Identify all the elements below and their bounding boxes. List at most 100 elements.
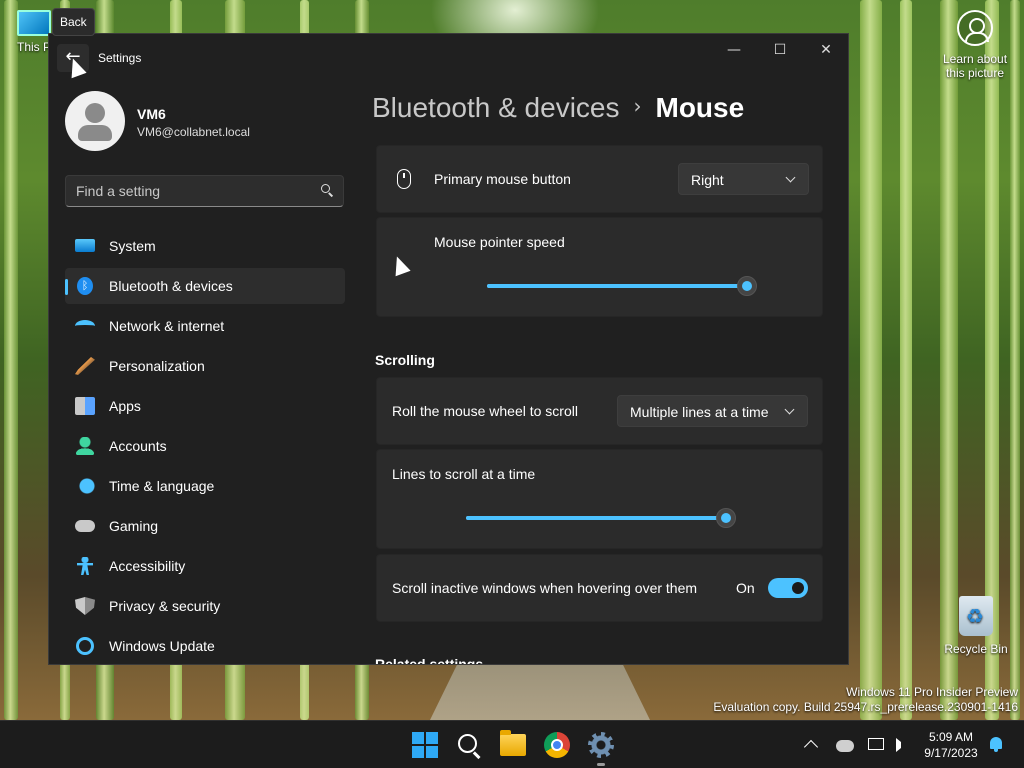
avatar-head: [85, 103, 105, 123]
clock[interactable]: 5:09 AM 9/17/2023: [918, 729, 984, 761]
sidebar-item-gaming[interactable]: Gaming: [65, 508, 345, 544]
back-tooltip: Back: [52, 8, 95, 36]
desktop-icon-label: Recycle Bin: [944, 642, 1008, 656]
sidebar-item-label: Accessibility: [109, 558, 186, 574]
person-icon: [75, 437, 95, 455]
close-button[interactable]: ✕: [803, 34, 848, 66]
sidebar-item-privacy-security[interactable]: Privacy & security: [65, 588, 345, 624]
sidebar-item-time-language[interactable]: Time & language: [65, 468, 345, 504]
setting-label: Roll the mouse wheel to scroll: [392, 403, 578, 419]
section-title-scrolling: Scrolling: [375, 352, 435, 368]
toggle-state-text: On: [736, 580, 755, 596]
roll-wheel-card: Roll the mouse wheel to scroll Multiple …: [376, 377, 823, 445]
clock-date: 9/17/2023: [924, 746, 978, 760]
settings-gear-icon[interactable]: [588, 732, 614, 758]
sidebar-item-apps[interactable]: Apps: [65, 388, 345, 424]
sidebar-item-network-internet[interactable]: Network & internet: [65, 308, 345, 344]
title-bar[interactable]: ← Settings — ☐ ✕: [49, 34, 848, 82]
bamboo-stalk: [900, 0, 912, 720]
sidebar-item-accessibility[interactable]: Accessibility: [65, 548, 345, 584]
desktop-icon-label: this picture: [945, 66, 1005, 80]
recycle-bin-icon: [959, 596, 993, 636]
roll-wheel-dropdown[interactable]: Multiple lines at a time: [617, 395, 808, 427]
desktop-icon-recycle-bin[interactable]: Recycle Bin: [940, 596, 1012, 656]
user-profile[interactable]: VM6 VM6@collabnet.local: [65, 91, 345, 151]
profile-name: VM6: [137, 106, 166, 122]
page-title: Mouse: [655, 92, 745, 123]
sidebar-item-windows-update[interactable]: Windows Update: [65, 628, 345, 664]
globe-clock-icon: [75, 477, 95, 495]
wifi-icon: [75, 320, 95, 332]
shield-icon: [75, 597, 95, 615]
setting-label: Primary mouse button: [434, 171, 571, 187]
update-icon: [76, 637, 94, 655]
sidebar-item-accounts[interactable]: Accounts: [65, 428, 345, 464]
network-icon[interactable]: [868, 738, 884, 750]
mouse-icon: [397, 169, 411, 189]
clock-time: 5:09 AM: [928, 730, 974, 744]
camera-person-icon: [957, 10, 993, 46]
slider-thumb[interactable]: [716, 508, 736, 528]
sidebar-item-label: Windows Update: [109, 638, 215, 654]
watermark-line: Evaluation copy. Build 25947.rs_prerelea…: [713, 700, 1018, 714]
slider-thumb[interactable]: [737, 276, 757, 296]
sidebar-item-label: Privacy & security: [109, 598, 221, 614]
monitor-icon: [17, 10, 51, 36]
profile-email: VM6@collabnet.local: [137, 125, 250, 139]
sidebar-item-bluetooth-devices[interactable]: ᛒ Bluetooth & devices: [65, 268, 345, 304]
desktop-icon-label: Learn about: [942, 52, 1008, 66]
sidebar-item-personalization[interactable]: Personalization: [65, 348, 345, 384]
active-app-indicator: [597, 763, 605, 766]
chevron-up-icon[interactable]: [803, 739, 819, 755]
bamboo-stalk: [860, 0, 882, 720]
minimize-button[interactable]: —: [711, 34, 757, 66]
apps-icon: [75, 397, 95, 415]
sidebar-item-label: System: [109, 238, 156, 254]
bell-icon[interactable]: [990, 737, 1002, 752]
sidebar-item-label: Personalization: [109, 358, 205, 374]
window-title: Settings: [98, 51, 142, 65]
setting-label: Lines to scroll at a time: [392, 466, 536, 482]
find-setting-box[interactable]: [65, 175, 344, 207]
avatar-body: [78, 125, 112, 141]
search-input[interactable]: [76, 182, 306, 200]
cloud-icon[interactable]: [836, 740, 854, 752]
pointer-speed-card: Mouse pointer speed: [376, 217, 823, 317]
chevron-down-icon: [785, 172, 796, 183]
accessibility-icon: [75, 557, 95, 575]
breadcrumb-parent-link[interactable]: Bluetooth & devices: [372, 92, 620, 123]
volume-muted-icon[interactable]: [896, 738, 910, 752]
search-icon[interactable]: [321, 184, 333, 196]
section-title-related-settings: Related settings: [375, 656, 484, 665]
slider-fill: [466, 516, 726, 520]
scroll-inactive-toggle[interactable]: [768, 578, 808, 598]
start-icon[interactable]: [412, 732, 438, 758]
primary-mouse-button-dropdown[interactable]: Right: [678, 163, 809, 195]
chrome-icon[interactable]: [544, 732, 570, 758]
sidebar-item-label: Network & internet: [109, 318, 225, 334]
maximize-button[interactable]: ☐: [757, 34, 803, 66]
sidebar-item-label: Apps: [109, 398, 141, 414]
system-icon: [75, 239, 95, 252]
chevron-right-icon: ›: [633, 94, 642, 118]
lines-to-scroll-slider[interactable]: [466, 508, 736, 528]
sidebar-item-system[interactable]: System: [65, 228, 345, 264]
primary-mouse-button-card: Primary mouse button Right: [376, 145, 823, 213]
gamepad-icon: [75, 520, 95, 532]
dropdown-value: Multiple lines at a time: [630, 404, 769, 420]
evaluation-watermark: Windows 11 Pro Insider Preview Evaluatio…: [713, 685, 1018, 715]
desktop-icon-learn-about-picture[interactable]: Learn about this picture: [938, 10, 1012, 80]
settings-window: ← Settings — ☐ ✕ VM6 VM6@collabnet.local…: [48, 33, 849, 665]
paintbrush-icon: [75, 357, 95, 375]
sidebar-item-label: Accounts: [109, 438, 167, 454]
avatar[interactable]: [65, 91, 125, 151]
scroll-inactive-card: Scroll inactive windows when hovering ov…: [376, 554, 823, 622]
sidebar-item-label: Gaming: [109, 518, 159, 534]
pointer-speed-slider[interactable]: [487, 276, 757, 296]
sidebar-nav: System ᛒ Bluetooth & devices Network & i…: [65, 228, 345, 664]
file-explorer-icon[interactable]: [500, 730, 526, 756]
sidebar-item-label: Time & language: [109, 478, 215, 494]
dropdown-value: Right: [691, 172, 724, 188]
bluetooth-icon: ᛒ: [77, 277, 93, 295]
search-icon[interactable]: [456, 732, 482, 758]
